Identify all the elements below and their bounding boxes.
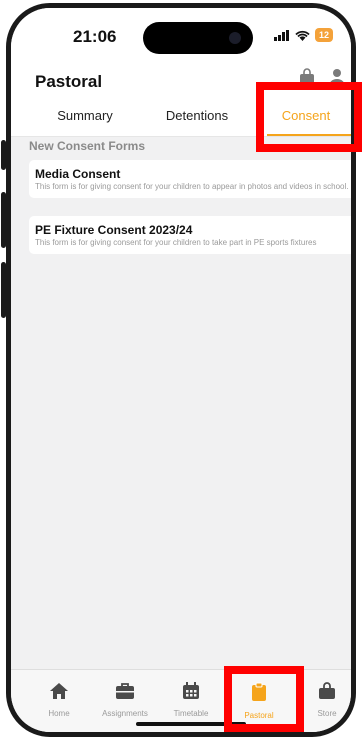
- tabbar-label: Assignments: [102, 709, 148, 718]
- form-description: This form is for giving consent for your…: [35, 182, 349, 191]
- wifi-icon: [295, 30, 310, 41]
- form-title: Media Consent: [35, 167, 121, 181]
- status-icons: 12: [273, 28, 333, 42]
- battery-indicator: 12: [314, 28, 333, 42]
- highlight-box-pastoral-tab: [224, 666, 304, 732]
- tabbar-label: Home: [48, 709, 70, 718]
- calendar-icon: [183, 682, 199, 699]
- form-card-media-consent[interactable]: Media Consent This form is for giving co…: [29, 160, 351, 198]
- tabbar-home[interactable]: Home: [27, 682, 91, 718]
- status-time: 21:06: [73, 27, 117, 46]
- highlight-box-consent-tab: [256, 82, 362, 152]
- page-title: Pastoral: [35, 72, 103, 91]
- signal-icon: [273, 29, 289, 41]
- section-label: New Consent Forms: [29, 139, 146, 153]
- tabbar-label: Timetable: [173, 709, 209, 718]
- form-title: PE Fixture Consent 2023/24: [35, 223, 193, 237]
- form-description: This form is for giving consent for your…: [35, 238, 317, 247]
- dynamic-island: [143, 22, 253, 54]
- tabbar-timetable[interactable]: Timetable: [159, 682, 223, 718]
- status-bar: 21:06 12: [11, 8, 351, 66]
- tab-detentions[interactable]: Detentions: [141, 98, 253, 136]
- briefcase-icon: [116, 683, 134, 699]
- bag-icon: [319, 682, 335, 699]
- home-icon: [50, 683, 68, 699]
- tabbar-assignments[interactable]: Assignments: [93, 682, 157, 718]
- form-card-pe-fixture[interactable]: PE Fixture Consent 2023/24 This form is …: [29, 216, 351, 254]
- tabbar-label: Store: [317, 709, 337, 718]
- tabbar-store[interactable]: Store: [295, 682, 351, 718]
- tab-summary[interactable]: Summary: [29, 98, 141, 136]
- camera-icon: [229, 32, 241, 44]
